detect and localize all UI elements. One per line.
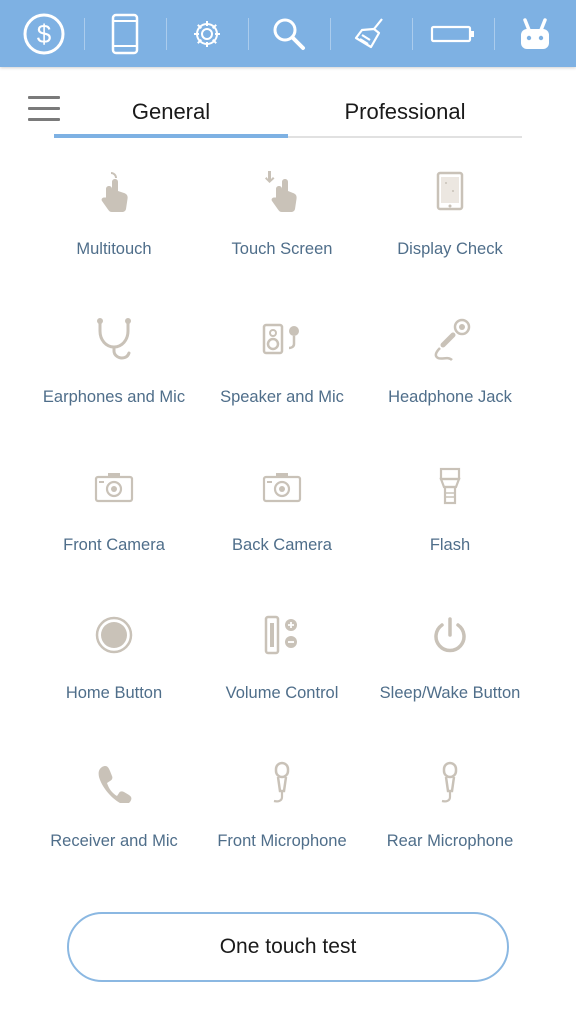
home-button-icon [30,610,198,660]
test-receiver-mic[interactable]: Receiver and Mic [30,752,198,862]
svg-text:$: $ [37,19,52,49]
gear-icon[interactable] [166,0,248,67]
microphone-icon [366,758,534,808]
rabbit-icon[interactable] [494,0,576,67]
tab-general[interactable]: General [54,88,288,136]
top-toolbar: $ [0,0,576,67]
volume-control-icon [198,610,366,660]
test-home-button[interactable]: Home Button [30,604,198,714]
test-multitouch[interactable]: Multitouch [30,160,198,270]
test-headphone-jack[interactable]: Headphone Jack [366,308,534,418]
test-label: Receiver and Mic [50,832,178,850]
test-label: Front Camera [63,536,165,554]
test-label: Home Button [65,684,163,702]
test-front-camera[interactable]: Front Camera [30,456,198,566]
battery-icon[interactable] [412,0,494,67]
test-label: Touch Screen [231,240,333,258]
search-icon[interactable] [248,0,330,67]
touch-screen-icon [198,166,366,216]
receiver-icon [30,758,198,808]
test-speaker-mic[interactable]: Speaker and Mic [198,308,366,418]
test-label: Headphone Jack [388,388,512,406]
power-icon [366,610,534,660]
test-label: Earphones and Mic [42,388,186,406]
test-front-microphone[interactable]: Front Microphone [198,752,366,862]
dollar-icon[interactable]: $ [3,0,85,67]
multitouch-icon [30,166,198,216]
earphones-icon [30,314,198,364]
test-display-check[interactable]: Display Check [366,160,534,270]
test-label: Volume Control [225,684,339,702]
test-label: Front Microphone [217,832,347,850]
test-label: Back Camera [232,536,332,554]
headphone-jack-icon [366,314,534,364]
test-sleep-wake-button[interactable]: Sleep/Wake Button [366,604,534,714]
camera-icon [198,462,366,512]
one-touch-test-button[interactable]: One touch test [67,912,509,982]
tab-professional[interactable]: Professional [288,88,522,136]
broom-icon[interactable] [330,0,412,67]
speaker-mic-icon [198,314,366,364]
test-label: Sleep/Wake Button [379,684,521,702]
flash-icon [366,462,534,512]
test-rear-microphone[interactable]: Rear Microphone [366,752,534,862]
phone-icon[interactable] [84,0,166,67]
test-label: Multitouch [76,240,152,258]
test-earphones-mic[interactable]: Earphones and Mic [30,308,198,418]
microphone-icon [198,758,366,808]
test-flash[interactable]: Flash [366,456,534,566]
test-label: Speaker and Mic [220,388,344,406]
test-label: Flash [429,536,471,554]
test-label: Display Check [397,240,503,258]
camera-icon [30,462,198,512]
test-back-camera[interactable]: Back Camera [198,456,366,566]
test-label: Rear Microphone [386,832,514,850]
test-volume-control[interactable]: Volume Control [198,604,366,714]
test-touch-screen[interactable]: Touch Screen [198,160,366,270]
display-check-icon [366,166,534,216]
tab-bar: General Professional [54,88,522,138]
active-tab-indicator [54,134,288,138]
